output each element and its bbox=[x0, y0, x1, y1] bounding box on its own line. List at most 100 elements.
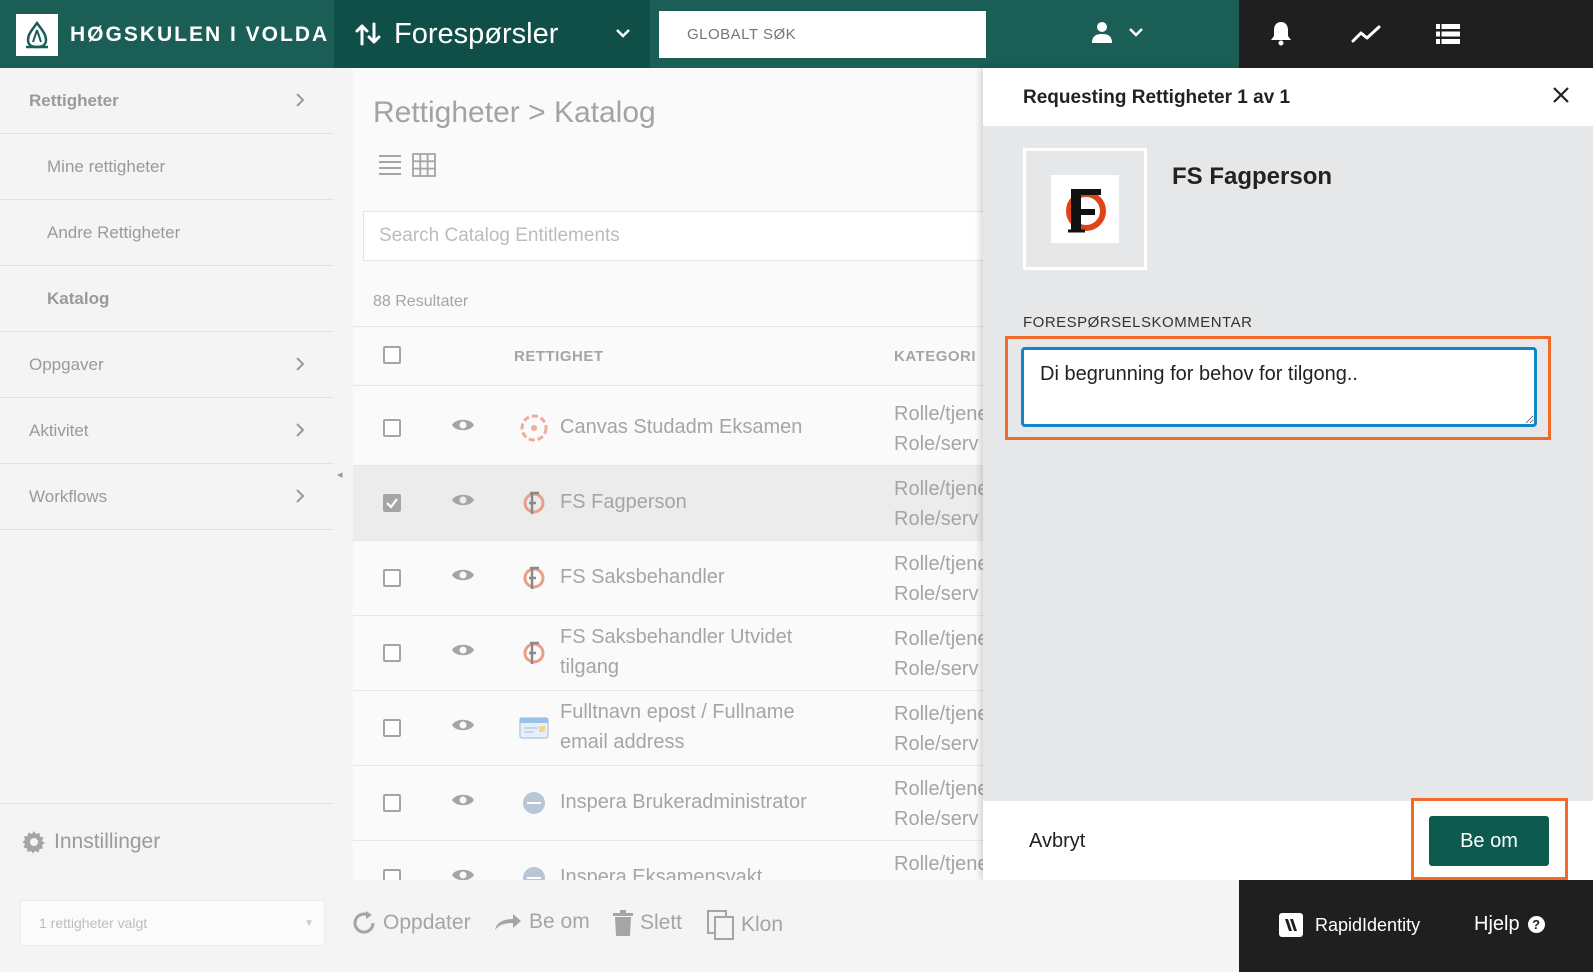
row-checkbox[interactable] bbox=[383, 494, 401, 512]
sidebar-item-label: Aktivitet bbox=[29, 420, 89, 440]
table-row[interactable]: FS Saksbehandler Utvidet tilgang Rolle/t… bbox=[353, 616, 993, 691]
table-row[interactable]: Inspera Brukeradministrator Rolle/tjene R… bbox=[353, 766, 993, 841]
rapididentity-brand[interactable]: RapidIdentity bbox=[1279, 913, 1420, 937]
table-row[interactable]: FS Fagperson Rolle/tjene Role/serv bbox=[353, 466, 993, 541]
column-header-entitlement[interactable]: RETTIGHET bbox=[514, 348, 604, 365]
row-checkbox[interactable] bbox=[383, 719, 401, 737]
global-search-input[interactable] bbox=[659, 11, 986, 58]
row-checkbox[interactable] bbox=[383, 569, 401, 587]
module-selector[interactable]: Forespørsler bbox=[334, 0, 650, 68]
row-name[interactable]: Fulltnavn epost / Fullname email address bbox=[560, 697, 840, 757]
canvas-icon bbox=[519, 413, 549, 443]
sidebar-item-rettigheter[interactable]: Rettigheter bbox=[0, 68, 334, 134]
sidebar-item-katalog[interactable]: Katalog bbox=[0, 266, 334, 332]
fs-logo-icon bbox=[519, 488, 549, 518]
activity-icon[interactable] bbox=[1351, 24, 1381, 44]
panel-header: Requesting Rettigheter 1 av 1 bbox=[983, 68, 1593, 126]
row-name[interactable]: Inspera Eksamensvakt bbox=[560, 862, 840, 880]
table-row[interactable]: Inspera Eksamensvakt Rolle/tjene bbox=[353, 841, 993, 880]
table-header: RETTIGHET KATEGORI bbox=[353, 326, 993, 386]
requests-icon bbox=[355, 22, 381, 46]
panel-footer: Avbryt Be om bbox=[983, 798, 1593, 880]
top-bar: HØGSKULEN I VOLDA Forespørsler bbox=[0, 0, 1593, 68]
bulk-selection-label: 1 rettigheter valgt bbox=[39, 915, 148, 931]
request-action[interactable]: Be om bbox=[493, 910, 590, 934]
entitlement-image bbox=[1023, 148, 1147, 270]
settings-label: Innstillinger bbox=[54, 830, 161, 853]
brand-label: RapidIdentity bbox=[1315, 914, 1421, 935]
fs-logo-icon bbox=[519, 638, 549, 668]
row-checkbox[interactable] bbox=[383, 644, 401, 662]
refresh-action[interactable]: Oppdater bbox=[351, 910, 471, 936]
sidebar-item-label: Rettigheter bbox=[29, 90, 119, 110]
list-view-icon[interactable] bbox=[378, 153, 402, 177]
inspera-icon bbox=[519, 788, 549, 818]
eye-icon[interactable] bbox=[451, 642, 475, 658]
bell-icon[interactable] bbox=[1269, 20, 1293, 46]
caret-down-icon: ▼ bbox=[304, 918, 314, 929]
header-tools bbox=[1239, 0, 1593, 68]
user-icon bbox=[1092, 22, 1112, 43]
cancel-button[interactable]: Avbryt bbox=[1029, 830, 1085, 853]
eye-icon[interactable] bbox=[451, 417, 475, 433]
sidebar-item-label: Andre Rettigheter bbox=[47, 222, 181, 242]
close-icon[interactable] bbox=[1551, 85, 1571, 105]
logo-mark-icon bbox=[16, 14, 58, 56]
entitlement-name: FS Fagperson bbox=[1172, 163, 1333, 190]
row-name[interactable]: Inspera Brukeradministrator bbox=[560, 787, 840, 817]
grid-view-icon[interactable] bbox=[412, 153, 436, 177]
sidebar-item-label: Mine rettigheter bbox=[47, 156, 166, 176]
eye-icon[interactable] bbox=[451, 792, 475, 808]
row-checkbox[interactable] bbox=[383, 794, 401, 812]
delete-action[interactable]: Slett bbox=[612, 910, 682, 936]
panel-title: Requesting Rettigheter 1 av 1 bbox=[1023, 87, 1291, 108]
share-arrow-icon bbox=[495, 914, 521, 930]
row-name[interactable]: FS Saksbehandler Utvidet tilgang bbox=[560, 622, 840, 682]
row-checkbox[interactable] bbox=[383, 869, 401, 880]
row-name[interactable]: FS Fagperson bbox=[560, 487, 840, 517]
clone-action[interactable]: Klon bbox=[707, 910, 783, 940]
sidebar-item-aktivitet[interactable]: Aktivitet bbox=[0, 398, 334, 464]
sidebar-item-label: Workflows bbox=[29, 486, 108, 506]
chevron-down-icon bbox=[1129, 28, 1143, 37]
email-card-icon bbox=[519, 713, 549, 743]
help-link[interactable]: Hjelp ? bbox=[1474, 913, 1545, 936]
rapididentity-logo-icon bbox=[1279, 913, 1303, 937]
user-menu[interactable] bbox=[1090, 20, 1144, 44]
inspera-icon bbox=[519, 863, 549, 880]
column-header-category[interactable]: KATEGORI bbox=[894, 348, 976, 365]
list-icon[interactable] bbox=[1436, 24, 1460, 44]
bulk-selection-dropdown[interactable]: 1 rettigheter valgt ▼ bbox=[20, 900, 325, 946]
catalog-search-input[interactable] bbox=[363, 211, 993, 261]
brand-name: HØGSKULEN I VOLDA bbox=[70, 23, 330, 46]
comment-textarea[interactable]: Di begrunning for behov for tilgong.. bbox=[1021, 347, 1537, 427]
eye-icon[interactable] bbox=[451, 567, 475, 583]
sidebar-item-workflows[interactable]: Workflows bbox=[0, 464, 334, 530]
bottom-action-bar: 1 rettigheter valgt ▼ Oppdater Be om Sle… bbox=[0, 880, 1239, 972]
row-name[interactable]: FS Saksbehandler bbox=[560, 562, 840, 592]
view-toggles bbox=[378, 153, 436, 177]
request-label: Be om bbox=[529, 910, 590, 933]
table-row[interactable]: Canvas Studadm Eksamen Rolle/tjene Role/s… bbox=[353, 391, 993, 466]
logo[interactable]: HØGSKULEN I VOLDA bbox=[16, 14, 329, 56]
eye-icon[interactable] bbox=[451, 717, 475, 733]
sidebar-item-mine-rettigheter[interactable]: Mine rettigheter bbox=[0, 134, 334, 200]
eye-icon[interactable] bbox=[451, 492, 475, 508]
table-row[interactable]: Fulltnavn epost / Fullname email address… bbox=[353, 691, 993, 766]
settings-link[interactable]: Innstillinger bbox=[0, 803, 334, 880]
main-content: Rettigheter > Katalog 88 Resultater RETT… bbox=[353, 68, 993, 880]
row-name[interactable]: Canvas Studadm Eksamen bbox=[560, 412, 840, 442]
request-button[interactable]: Be om bbox=[1429, 816, 1549, 866]
table-row[interactable]: FS Saksbehandler Rolle/tjene Role/serv bbox=[353, 541, 993, 616]
chevron-right-icon bbox=[296, 357, 305, 371]
chevron-down-icon bbox=[616, 29, 630, 38]
row-checkbox[interactable] bbox=[383, 419, 401, 437]
footer-brand-area: RapidIdentity Hjelp ? bbox=[1239, 880, 1593, 972]
comment-label: FORESPØRSELSKOMMENTAR bbox=[1023, 314, 1253, 331]
select-all-checkbox[interactable] bbox=[383, 346, 401, 364]
collapse-sidebar-icon[interactable]: ◂ bbox=[337, 468, 343, 481]
eye-icon[interactable] bbox=[451, 867, 475, 880]
copy-icon bbox=[707, 910, 734, 940]
sidebar-item-andre-rettigheter[interactable]: Andre Rettigheter bbox=[0, 200, 334, 266]
sidebar-item-oppgaver[interactable]: Oppgaver bbox=[0, 332, 334, 398]
